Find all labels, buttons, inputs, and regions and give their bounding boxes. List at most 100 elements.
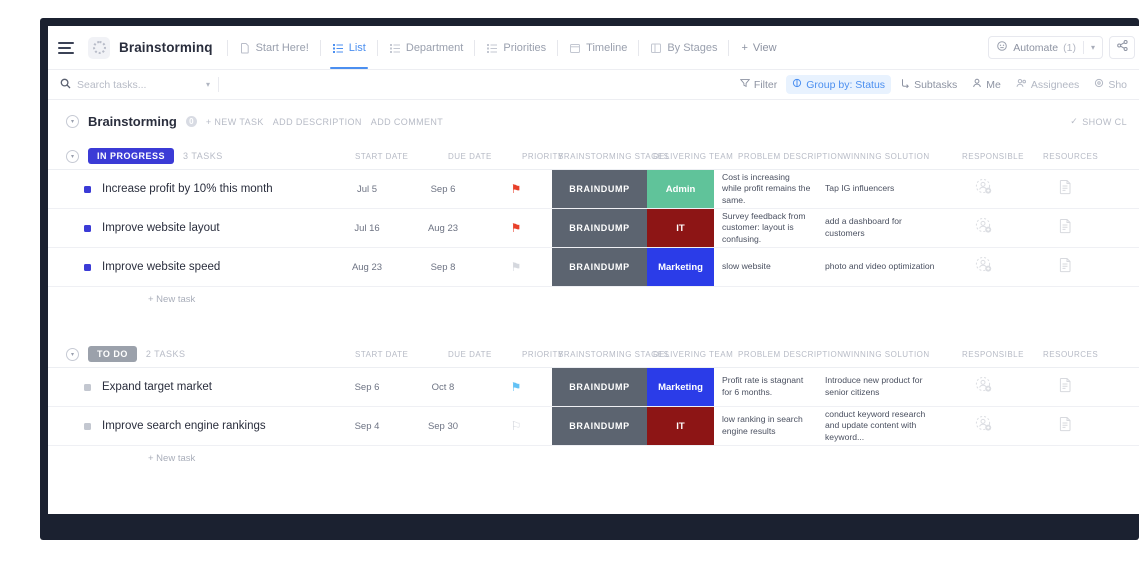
tab-list[interactable]: List bbox=[323, 26, 375, 69]
resources-cell[interactable] bbox=[1026, 170, 1104, 208]
new-task-button[interactable]: + New task bbox=[48, 446, 1139, 470]
search-box[interactable]: ▾ bbox=[60, 78, 210, 92]
assignees-button[interactable]: Assignees bbox=[1010, 75, 1085, 94]
team-cell[interactable]: Admin bbox=[647, 170, 714, 208]
collapse-list-icon[interactable]: ▾ bbox=[66, 115, 79, 128]
stage-cell[interactable]: BRAINDUMP bbox=[552, 170, 647, 208]
table-row[interactable]: Improve website speed Aug 23 Sep 8 ⚑ BRA… bbox=[48, 248, 1139, 287]
search-input[interactable] bbox=[77, 79, 187, 91]
divider bbox=[320, 40, 321, 56]
team-cell[interactable]: IT bbox=[647, 209, 714, 247]
due-date-cell[interactable]: Sep 6 bbox=[406, 170, 480, 208]
resources-cell[interactable] bbox=[1026, 407, 1104, 445]
table-row[interactable]: Improve website layout Jul 16 Aug 23 ⚑ B… bbox=[48, 209, 1139, 248]
solution-cell[interactable]: Introduce new product for senior citizen… bbox=[819, 368, 941, 406]
task-name-cell[interactable]: Improve website speed bbox=[48, 248, 328, 286]
add-view-button[interactable]: + View bbox=[731, 42, 786, 54]
new-task-action[interactable]: + NEW TASK bbox=[206, 117, 264, 127]
due-date-cell[interactable]: Sep 30 bbox=[406, 407, 480, 445]
table-row[interactable]: Improve search engine rankings Sep 4 Sep… bbox=[48, 407, 1139, 446]
table-row[interactable]: Increase profit by 10% this month Jul 5 … bbox=[48, 170, 1139, 209]
responsible-cell[interactable] bbox=[941, 248, 1026, 286]
status-badge[interactable]: TO DO bbox=[88, 346, 137, 362]
priority-cell[interactable]: ⚑ bbox=[480, 209, 552, 247]
due-date-cell[interactable]: Sep 8 bbox=[406, 248, 480, 286]
solution-text: add a dashboard for customers bbox=[825, 216, 935, 239]
priority-cell[interactable]: ⚑ bbox=[480, 170, 552, 208]
stage-cell[interactable]: BRAINDUMP bbox=[552, 407, 647, 445]
problem-cell[interactable]: low ranking in search engine results bbox=[714, 407, 819, 445]
stage-cell[interactable]: BRAINDUMP bbox=[552, 248, 647, 286]
share-icon bbox=[1116, 39, 1129, 57]
tab-priorities[interactable]: Priorities bbox=[477, 26, 555, 69]
filter-label: Filter bbox=[754, 79, 777, 91]
priority-cell[interactable]: ⚑ bbox=[480, 248, 552, 286]
task-name-cell[interactable]: Improve search engine rankings bbox=[48, 407, 328, 445]
tab-label: List bbox=[349, 42, 366, 54]
column-header-problem: PROBLEM DESCRIPTION bbox=[738, 152, 844, 161]
team-cell[interactable]: Marketing bbox=[647, 248, 714, 286]
column-header-due-date: DUE DATE bbox=[448, 152, 492, 161]
problem-cell[interactable]: Survey feedback from customer: layout is… bbox=[714, 209, 819, 247]
task-list-body: ▾ Brainstorming 0 + NEW TASK ADD DESCRIP… bbox=[48, 100, 1139, 514]
responsible-cell[interactable] bbox=[941, 209, 1026, 247]
resources-cell[interactable] bbox=[1026, 248, 1104, 286]
tab-start-here[interactable]: Start Here! bbox=[230, 26, 318, 69]
divider bbox=[557, 40, 558, 56]
chevron-down-icon[interactable]: ▾ bbox=[1091, 43, 1095, 52]
start-date-cell[interactable]: Sep 6 bbox=[328, 368, 406, 406]
problem-cell[interactable]: slow website bbox=[714, 248, 819, 286]
new-task-button[interactable]: + New task bbox=[48, 287, 1139, 311]
responsible-cell[interactable] bbox=[941, 407, 1026, 445]
chevron-down-icon[interactable]: ▾ bbox=[206, 80, 210, 89]
show-closed-button[interactable]: ✓ SHOW CL bbox=[1070, 116, 1127, 127]
priority-cell[interactable]: ⚑ bbox=[480, 368, 552, 406]
due-date-cell[interactable]: Oct 8 bbox=[406, 368, 480, 406]
problem-cell[interactable]: Cost is increasing while profit remains … bbox=[714, 170, 819, 208]
column-header-priority: PRIORITY bbox=[522, 152, 564, 161]
responsible-cell[interactable] bbox=[941, 368, 1026, 406]
resources-cell[interactable] bbox=[1026, 368, 1104, 406]
problem-cell[interactable]: Profit rate is stagnant for 6 months. bbox=[714, 368, 819, 406]
solution-cell[interactable]: Tap IG influencers bbox=[819, 170, 941, 208]
start-date-cell[interactable]: Jul 16 bbox=[328, 209, 406, 247]
stage-cell[interactable]: BRAINDUMP bbox=[552, 368, 647, 406]
table-row[interactable]: Expand target market Sep 6 Oct 8 ⚑ BRAIN… bbox=[48, 368, 1139, 407]
tab-by-stages[interactable]: By Stages bbox=[641, 26, 726, 69]
group-header: ▾ IN PROGRESS 3 TASKS START DATE DUE DAT… bbox=[48, 143, 1139, 169]
share-button[interactable] bbox=[1109, 36, 1135, 59]
resources-cell[interactable] bbox=[1026, 209, 1104, 247]
task-name-cell[interactable]: Expand target market bbox=[48, 368, 328, 406]
automate-button[interactable]: Automate (1) ▾ bbox=[988, 36, 1103, 59]
stage-cell[interactable]: BRAINDUMP bbox=[552, 209, 647, 247]
subtasks-button[interactable]: Subtasks bbox=[894, 75, 963, 94]
status-badge[interactable]: IN PROGRESS bbox=[88, 148, 174, 164]
tab-timeline[interactable]: Timeline bbox=[560, 26, 636, 69]
priority-cell[interactable]: ⚐ bbox=[480, 407, 552, 445]
start-date-cell[interactable]: Jul 5 bbox=[328, 170, 406, 208]
me-button[interactable]: Me bbox=[966, 75, 1007, 94]
task-name-cell[interactable]: Improve website layout bbox=[48, 209, 328, 247]
due-date-cell[interactable]: Aug 23 bbox=[406, 209, 480, 247]
start-date-cell[interactable]: Aug 23 bbox=[328, 248, 406, 286]
solution-cell[interactable]: add a dashboard for customers bbox=[819, 209, 941, 247]
tab-department[interactable]: Department bbox=[380, 26, 472, 69]
top-bar-right: Automate (1) ▾ bbox=[988, 36, 1139, 59]
filter-button[interactable]: Filter bbox=[734, 75, 783, 94]
collapse-group-icon[interactable]: ▾ bbox=[66, 150, 79, 163]
start-date-cell[interactable]: Sep 4 bbox=[328, 407, 406, 445]
task-name-cell[interactable]: Increase profit by 10% this month bbox=[48, 170, 328, 208]
me-label: Me bbox=[986, 79, 1001, 91]
collapse-group-icon[interactable]: ▾ bbox=[66, 348, 79, 361]
add-comment-action[interactable]: ADD COMMENT bbox=[371, 117, 443, 127]
solution-cell[interactable]: photo and video optimization bbox=[819, 248, 941, 286]
team-cell[interactable]: Marketing bbox=[647, 368, 714, 406]
add-description-action[interactable]: ADD DESCRIPTION bbox=[273, 117, 362, 127]
responsible-cell[interactable] bbox=[941, 170, 1026, 208]
group-by-button[interactable]: Group by: Status bbox=[786, 75, 891, 94]
space-avatar[interactable] bbox=[88, 37, 110, 59]
team-cell[interactable]: IT bbox=[647, 407, 714, 445]
show-button[interactable]: Sho bbox=[1088, 75, 1133, 94]
solution-cell[interactable]: conduct keyword research and update cont… bbox=[819, 407, 941, 445]
hamburger-icon[interactable] bbox=[58, 38, 78, 58]
